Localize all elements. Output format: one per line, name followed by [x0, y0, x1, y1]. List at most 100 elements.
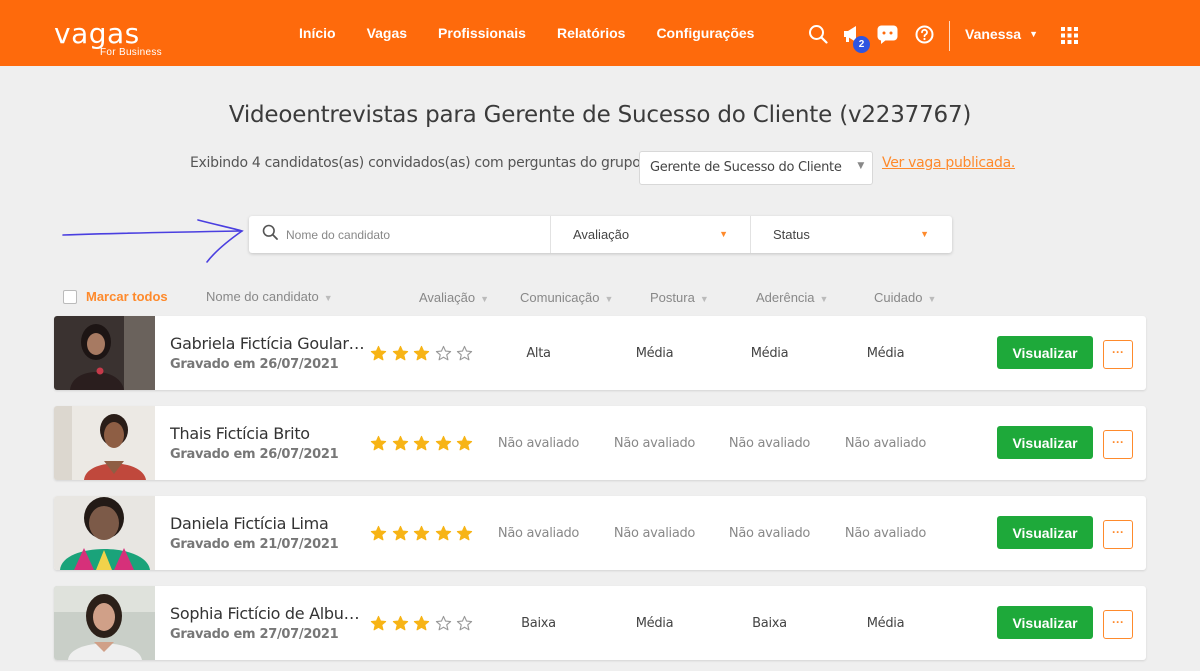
candidate-name[interactable]: Daniela Fictícia Lima	[170, 514, 366, 533]
logo-subtitle: For Business	[100, 47, 162, 58]
vagas-logo[interactable]: vagas For Business	[54, 17, 162, 59]
apps-grid-icon[interactable]	[1061, 27, 1078, 49]
posture-value: Não avaliado	[613, 436, 696, 451]
view-button[interactable]: Visualizar	[997, 336, 1093, 369]
status-filter-label: Status	[773, 227, 810, 242]
star-filled-icon[interactable]	[413, 525, 430, 547]
star-filled-icon[interactable]	[392, 435, 409, 457]
more-options-button[interactable]: ···	[1103, 430, 1133, 459]
mark-all-checkbox[interactable]	[63, 289, 77, 304]
column-header-adherence[interactable]: Aderência ▼	[756, 290, 828, 305]
candidate-name[interactable]: Sophia Fictício de Albuq...	[170, 604, 366, 623]
filter-bar: Avaliação ▼ Status ▼	[249, 216, 952, 253]
column-header-adherence-label: Aderência	[756, 290, 815, 305]
column-header-rating[interactable]: Avaliação ▼	[419, 290, 489, 305]
star-empty-icon[interactable]	[435, 345, 452, 367]
sort-icon: ▼	[819, 294, 829, 304]
logo-text: vagas	[54, 17, 140, 50]
posture-value: Não avaliado	[613, 526, 696, 541]
column-header-communication[interactable]: Comunicação ▼	[520, 290, 613, 305]
recording-date: Gravado em 27/07/2021	[170, 627, 339, 642]
question-group-select[interactable]: Gerente de Sucesso do Cliente ▼	[639, 151, 873, 185]
candidate-search	[249, 216, 551, 253]
notification-badge: 2	[853, 36, 870, 53]
sort-icon: ▼	[699, 294, 709, 304]
star-rating[interactable]	[370, 345, 478, 367]
view-button[interactable]: Visualizar	[997, 606, 1093, 639]
care-value: Média	[866, 616, 905, 631]
star-filled-icon[interactable]	[370, 345, 387, 367]
star-filled-icon[interactable]	[413, 345, 430, 367]
recording-date: Gravado em 26/07/2021	[170, 447, 339, 462]
chevron-down-icon: ▼	[857, 161, 864, 171]
candidate-video-thumbnail[interactable]	[54, 406, 155, 480]
chevron-down-icon: ▼	[719, 229, 728, 239]
nav-item-configuracoes[interactable]: Configurações	[656, 25, 754, 41]
rating-filter-dropdown[interactable]: Avaliação ▼	[551, 216, 751, 253]
candidates-summary: Exibindo 4 candidatos(as) convidados(as)…	[190, 155, 645, 171]
chevron-down-icon: ▼	[1029, 29, 1038, 39]
search-icon[interactable]	[808, 24, 828, 49]
header-divider	[949, 21, 950, 51]
star-filled-icon[interactable]	[435, 525, 452, 547]
nav-item-inicio[interactable]: Início	[299, 25, 336, 41]
column-header-communication-label: Comunicação	[520, 290, 600, 305]
star-filled-icon[interactable]	[392, 345, 409, 367]
star-rating[interactable]	[370, 615, 478, 637]
column-header-posture-label: Postura	[650, 290, 695, 305]
candidate-name[interactable]: Gabriela Fictícia Goulart ...	[170, 334, 366, 353]
nav-item-relatorios[interactable]: Relatórios	[557, 25, 625, 41]
candidate-video-thumbnail[interactable]	[54, 496, 155, 570]
column-header-name[interactable]: Nome do candidato ▼	[206, 289, 333, 304]
candidate-video-thumbnail[interactable]	[54, 316, 155, 390]
column-header-care[interactable]: Cuidado ▼	[874, 290, 936, 305]
user-menu[interactable]: Vanessa ▼	[965, 26, 1038, 42]
candidate-name[interactable]: Thais Fictícia Brito	[170, 424, 366, 443]
posture-value: Média	[635, 346, 674, 361]
candidate-row: Gabriela Fictícia Goulart ... Gravado em…	[54, 316, 1146, 390]
star-filled-icon[interactable]	[392, 525, 409, 547]
more-options-button[interactable]: ···	[1103, 520, 1133, 549]
nav-item-vagas[interactable]: Vagas	[367, 25, 407, 41]
adherence-value: Baixa	[752, 616, 787, 631]
star-filled-icon[interactable]	[370, 525, 387, 547]
star-empty-icon[interactable]	[456, 615, 473, 637]
star-filled-icon[interactable]	[413, 615, 430, 637]
more-options-button[interactable]: ···	[1103, 610, 1133, 639]
status-filter-dropdown[interactable]: Status ▼	[751, 216, 951, 253]
column-header-posture[interactable]: Postura ▼	[650, 290, 709, 305]
star-filled-icon[interactable]	[413, 435, 430, 457]
care-value: Média	[866, 346, 905, 361]
sort-icon: ▼	[323, 293, 333, 303]
question-group-value: Gerente de Sucesso do Cliente	[650, 160, 842, 175]
star-filled-icon[interactable]	[392, 615, 409, 637]
nav-item-profissionais[interactable]: Profissionais	[438, 25, 526, 41]
star-filled-icon[interactable]	[456, 525, 473, 547]
recording-date: Gravado em 26/07/2021	[170, 357, 339, 372]
candidate-video-thumbnail[interactable]	[54, 586, 155, 660]
candidate-row: Sophia Fictício de Albuq... Gravado em 2…	[54, 586, 1146, 660]
more-options-button[interactable]: ···	[1103, 340, 1133, 369]
page-title: Videoentrevistas para Gerente de Sucesso…	[228, 102, 972, 128]
help-icon[interactable]	[915, 25, 934, 49]
star-filled-icon[interactable]	[370, 615, 387, 637]
published-job-link[interactable]: Ver vaga publicada.	[882, 155, 1015, 171]
star-filled-icon[interactable]	[456, 435, 473, 457]
search-icon	[262, 224, 278, 245]
view-button[interactable]: Visualizar	[997, 516, 1093, 549]
star-filled-icon[interactable]	[370, 435, 387, 457]
mark-all-control[interactable]: Marcar todos	[63, 289, 168, 304]
star-empty-icon[interactable]	[435, 615, 452, 637]
star-rating[interactable]	[370, 435, 478, 457]
care-value: Não avaliado	[844, 436, 927, 451]
communication-value: Baixa	[521, 616, 556, 631]
column-header-rating-label: Avaliação	[419, 290, 476, 305]
star-filled-icon[interactable]	[435, 435, 452, 457]
annotation-arrow-icon	[62, 219, 244, 263]
chat-icon[interactable]	[877, 25, 898, 49]
star-empty-icon[interactable]	[456, 345, 473, 367]
candidate-name-input[interactable]	[286, 227, 536, 242]
star-rating[interactable]	[370, 525, 478, 547]
communication-value: Não avaliado	[497, 526, 580, 541]
view-button[interactable]: Visualizar	[997, 426, 1093, 459]
